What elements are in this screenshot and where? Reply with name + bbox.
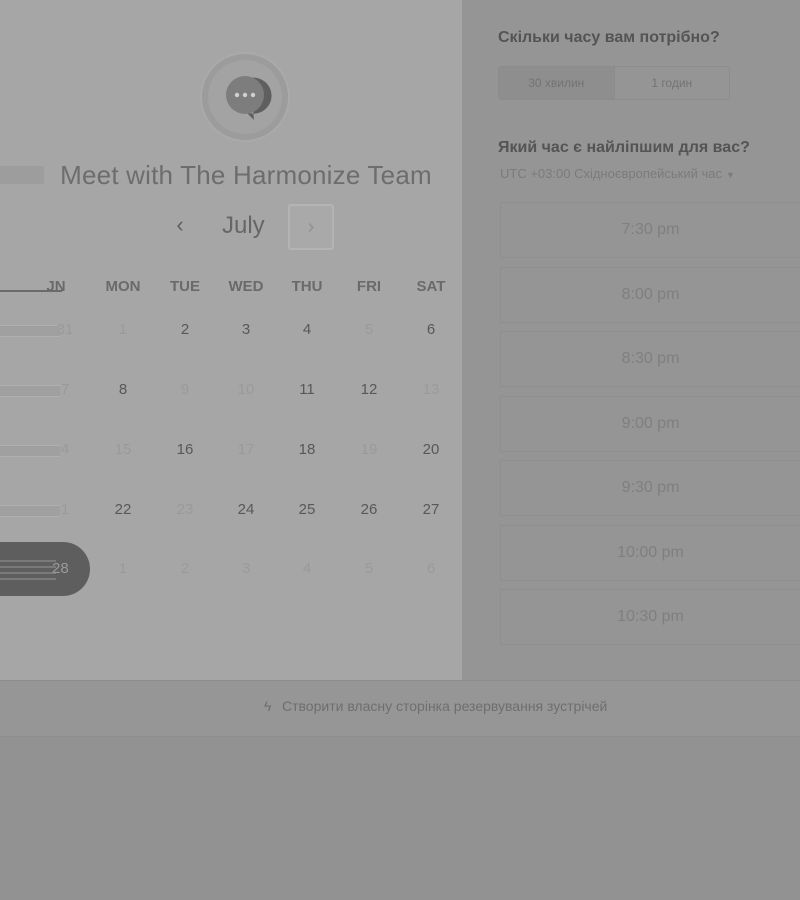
timezone-label: UTC +03:00 Східноєвропейський час	[500, 166, 722, 181]
calendar-day[interactable]: 25	[276, 490, 338, 530]
calendar-day: 7	[60, 381, 70, 398]
weekday-header: THU	[291, 278, 323, 295]
time-heading: Який час є найліпшим для вас?	[498, 139, 750, 156]
time-slot-button[interactable]: 10:00 pm	[500, 524, 800, 581]
calendar-day[interactable]: 20	[400, 430, 462, 470]
weekday-header: SAT	[416, 278, 446, 295]
calendar-day: 9	[180, 381, 190, 398]
chat-bubble-icon	[226, 76, 272, 120]
calendar-day: 1	[118, 321, 128, 338]
calendar-day: 23	[176, 501, 194, 518]
calendar-day[interactable]: 16	[154, 430, 216, 470]
calendar-day[interactable]: 27	[400, 490, 462, 530]
calendar-day: 2	[180, 560, 190, 577]
footer-link-text: Створити власну сторінка резервування зу…	[282, 698, 608, 714]
time-slot-button[interactable]: 8:30 pm	[500, 331, 800, 387]
time-slot-button[interactable]: 7:30 pm	[500, 202, 800, 258]
calendar-day: 19	[360, 441, 378, 458]
calendar-day: 1	[60, 501, 70, 518]
calendar-day[interactable]: 26	[338, 490, 400, 530]
calendar-day[interactable]: 18	[276, 430, 338, 470]
calendar-day: 13	[422, 381, 440, 398]
sunday-header-underline	[0, 290, 62, 292]
chevron-left-icon[interactable]: ‹	[168, 210, 192, 240]
time-slot-button[interactable]: 10:30 pm	[500, 589, 800, 645]
calendar-day: 5	[364, 321, 374, 338]
calendar-day: 17	[237, 441, 255, 458]
caret-down-icon: ▼	[725, 170, 735, 180]
avatar	[202, 54, 288, 140]
calendar-card: Meet with The Harmonize Team ‹ July › JN…	[0, 0, 462, 680]
month-navigation: ‹ July ›	[0, 204, 462, 250]
footer: ϟ Створити власну сторінка резервування з…	[0, 680, 800, 737]
duration-option-60[interactable]: 1 годин	[615, 67, 730, 99]
calendar-day: 31	[56, 321, 74, 338]
selected-day-pill[interactable]: 28	[0, 542, 90, 596]
next-month-button[interactable]: ›	[288, 204, 334, 250]
duration-selector: 30 хвилин 1 годин	[498, 66, 730, 100]
create-booking-page-link[interactable]: ϟ Створити власну сторінка резервування з…	[264, 698, 607, 714]
weekday-header: FRI	[356, 278, 382, 295]
calendar-day: 3	[241, 560, 251, 577]
time-slot-button[interactable]: 9:30 pm	[500, 460, 800, 516]
calendar-day: 1	[118, 560, 128, 577]
weekday-header: MON	[105, 278, 141, 295]
time-slot-button[interactable]: 9:00 pm	[500, 395, 800, 452]
calendar-day: 4	[302, 560, 312, 577]
calendar-day[interactable]: 6	[400, 310, 462, 350]
weekday-header: TUE	[170, 278, 200, 295]
calendar-day: 6	[426, 560, 436, 577]
weekday-header: JN	[46, 278, 66, 295]
timezone-select[interactable]: UTC +03:00 Східноєвропейський час ▼	[500, 166, 735, 181]
hubspot-sprocket-icon: ϟ	[264, 698, 272, 714]
calendar-day: 10	[237, 381, 255, 398]
calendar-day[interactable]: 8	[92, 370, 154, 410]
page-title: Meet with The Harmonize Team	[60, 160, 432, 190]
calendar-day[interactable]: 3	[215, 310, 277, 350]
month-label: July	[222, 212, 265, 239]
calendar-day: 15	[114, 441, 132, 458]
weekday-header: WED	[228, 278, 264, 295]
time-slot-button[interactable]: 8:00 pm	[500, 266, 800, 323]
calendar-day: 4	[60, 441, 70, 458]
duration-option-30[interactable]: 30 хвилин	[499, 67, 615, 99]
chevron-right-icon: ›	[307, 216, 315, 238]
calendar-day[interactable]: 11	[276, 370, 338, 410]
calendar-day: 5	[364, 560, 374, 577]
calendar-day[interactable]: 4	[276, 310, 338, 350]
calendar-day[interactable]: 12	[338, 370, 400, 410]
duration-heading: Скільки часу вам потрібно?	[498, 29, 720, 46]
selected-day-number: 28	[52, 560, 69, 577]
calendar-day[interactable]: 24	[215, 490, 277, 530]
calendar-day[interactable]: 22	[92, 490, 154, 530]
calendar-day[interactable]: 2	[154, 310, 216, 350]
